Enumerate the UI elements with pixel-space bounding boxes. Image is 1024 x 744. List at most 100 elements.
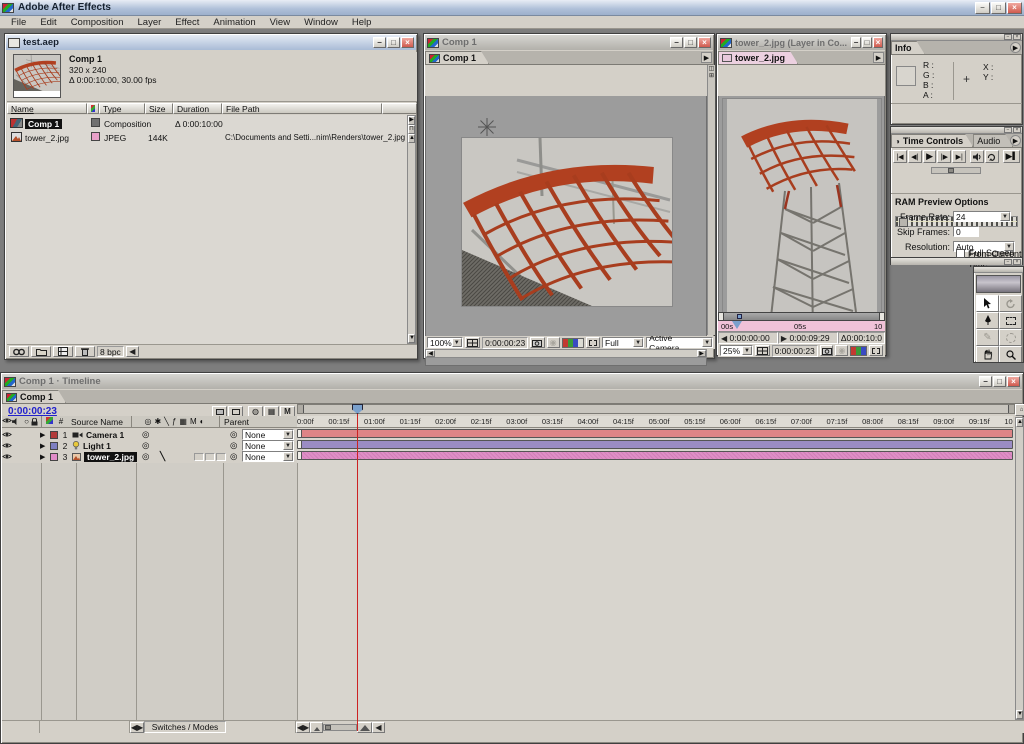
project-close-button[interactable]: × xyxy=(401,37,414,48)
layer-viewer[interactable] xyxy=(718,96,885,342)
layer-color-chip[interactable] xyxy=(50,453,58,461)
lock-column-header[interactable] xyxy=(31,418,40,426)
menu-item[interactable]: Composition xyxy=(64,17,131,28)
hscroll-left-button[interactable]: ◀ xyxy=(372,722,385,733)
layer-safe-frames-button[interactable] xyxy=(755,345,770,356)
project-flyout-button[interactable]: ▶ xyxy=(408,116,415,125)
label-chip[interactable] xyxy=(91,118,100,127)
scroll-down-button[interactable]: ▼ xyxy=(408,334,415,343)
first-frame-button[interactable]: |◀ xyxy=(893,150,907,163)
switch-icon[interactable]: ◎ xyxy=(142,429,149,440)
pick-whip-icon[interactable]: ◎ xyxy=(230,429,237,440)
info-palette-strip[interactable]: − × xyxy=(891,34,1022,41)
menu-item[interactable]: File xyxy=(4,17,33,28)
timeline-vscrollbar[interactable]: ▲ ▼ xyxy=(1015,417,1024,720)
trim-in-handle[interactable] xyxy=(719,313,724,320)
layer-show-snapshot-button[interactable]: ◉ xyxy=(835,345,848,356)
menu-item[interactable]: Edit xyxy=(33,17,63,28)
comp-tab-flyout[interactable]: ▶ xyxy=(701,52,712,63)
expander-icon[interactable]: ▶ xyxy=(40,431,50,439)
timeline-tab[interactable]: Comp 1 xyxy=(2,390,66,403)
audio-column-header[interactable] xyxy=(12,418,22,425)
video-column-header[interactable] xyxy=(2,417,12,426)
label-chip[interactable] xyxy=(91,132,100,141)
comp-tab[interactable]: Comp 1 xyxy=(425,51,489,64)
column-type[interactable]: Type xyxy=(99,103,145,114)
bar-in-handle[interactable] xyxy=(298,441,302,448)
camera-layer-bar[interactable] xyxy=(297,429,1013,438)
layer-cti[interactable] xyxy=(732,321,742,332)
audio-button[interactable] xyxy=(970,150,984,163)
pick-whip-icon[interactable]: ◎ xyxy=(230,451,237,462)
palette-minimize-icon[interactable]: − xyxy=(1004,34,1012,40)
switches-modes-toggle-arrows[interactable]: ◀▶ xyxy=(130,722,144,733)
next-frame-button[interactable]: |▶ xyxy=(937,150,951,163)
pick-whip-icon[interactable]: ◎ xyxy=(230,440,237,451)
magnification-dropdown[interactable]: 100%▼ xyxy=(427,337,463,348)
palette-minimize-icon[interactable]: − xyxy=(1004,259,1012,265)
light-point-of-interest-icon[interactable] xyxy=(478,118,496,136)
project-minimize-button[interactable]: − xyxy=(373,37,386,48)
orbit-camera-tool[interactable] xyxy=(999,329,1022,346)
close-button[interactable]: × xyxy=(1007,2,1022,14)
layer-color-chip[interactable] xyxy=(50,442,58,450)
comp-aspect-icon[interactable]: ⊞ xyxy=(708,72,715,79)
find-button[interactable] xyxy=(9,346,29,357)
comp-hscrollbar[interactable]: ◀ ▶ xyxy=(425,349,707,358)
eye-icon[interactable] xyxy=(2,453,12,460)
project-row-comp1[interactable]: Comp 1 Composition Δ 0:00:10:00 xyxy=(7,117,407,130)
jog-marker[interactable] xyxy=(899,218,908,227)
timeline-titlebar[interactable]: Comp 1 · Timeline − □ × xyxy=(2,374,1022,389)
in-point[interactable]: ◀ 0:00:00:00 xyxy=(718,332,778,344)
menu-item[interactable]: Help xyxy=(345,17,379,28)
switches-modes-button[interactable]: Switches / Modes xyxy=(144,721,226,733)
region-of-interest-button[interactable] xyxy=(586,337,600,348)
project-item-name[interactable]: tower_2.jpg xyxy=(25,133,69,143)
comp-timecode[interactable]: 0:00:00:23 xyxy=(482,337,528,349)
rotation-tool[interactable] xyxy=(999,295,1022,312)
eye-icon[interactable] xyxy=(2,431,12,438)
play-button[interactable]: ▶ xyxy=(923,150,937,163)
palette-close-icon[interactable]: × xyxy=(1013,259,1021,265)
layer-image[interactable] xyxy=(723,99,881,339)
layer-minimize-button[interactable]: − xyxy=(851,37,861,48)
layer-row-footage[interactable]: ▶ 3 tower_2.jpg ◎ ╲ ◎ None▼ xyxy=(2,451,297,462)
zoom-slider-handle[interactable] xyxy=(325,725,331,730)
out-point[interactable]: ▶ 0:00:09:29 xyxy=(778,332,838,344)
project-titlebar[interactable]: test.aep − □ × xyxy=(6,35,416,50)
maximize-button[interactable]: □ xyxy=(991,2,1006,14)
scroll-down-button[interactable]: ▼ xyxy=(1016,710,1023,719)
bar-in-handle[interactable] xyxy=(298,430,302,437)
parent-column-header[interactable]: Parent xyxy=(221,417,297,427)
column-file-path[interactable]: File Path xyxy=(222,103,382,114)
trim-marker[interactable] xyxy=(737,314,742,319)
menu-item[interactable]: Layer xyxy=(131,17,169,28)
bit-depth-indicator[interactable]: 8 bpc xyxy=(97,346,124,357)
alpha-channel-icon[interactable] xyxy=(578,339,583,347)
channel-buttons[interactable] xyxy=(562,338,584,348)
hand-tool[interactable] xyxy=(976,346,999,363)
menu-item[interactable]: View xyxy=(263,17,297,28)
zoom-tool[interactable] xyxy=(999,346,1022,363)
light-layer-bar[interactable] xyxy=(297,440,1013,449)
layer-color-chip[interactable] xyxy=(50,431,58,439)
zoom-arrows-button[interactable]: ◀▶ xyxy=(296,722,310,733)
solo-column-header[interactable]: ○ xyxy=(22,417,31,426)
new-composition-button[interactable] xyxy=(53,346,73,357)
current-time-indicator[interactable] xyxy=(357,404,358,731)
scroll-up-button[interactable]: ▲ xyxy=(408,134,415,143)
info-tab[interactable]: Info xyxy=(891,41,925,54)
parent-dropdown[interactable]: None▼ xyxy=(242,429,294,440)
timeline-minimize-button[interactable]: − xyxy=(979,376,992,387)
layer-tab-flyout[interactable]: ▶ xyxy=(873,52,884,63)
tc-flyout[interactable]: ▶ xyxy=(1010,135,1021,146)
column-label-color[interactable] xyxy=(87,103,99,114)
shuttle-handle[interactable] xyxy=(948,168,954,173)
snapshot-button[interactable] xyxy=(530,337,544,348)
switch-icon[interactable]: ◎ xyxy=(142,440,149,451)
column-name[interactable]: Name xyxy=(7,103,87,114)
palette-close-icon[interactable]: × xyxy=(1013,127,1021,133)
layer-snapshot-button[interactable] xyxy=(820,345,834,356)
comp-close-button[interactable]: × xyxy=(698,37,711,48)
zoom-out-button[interactable] xyxy=(310,722,323,733)
